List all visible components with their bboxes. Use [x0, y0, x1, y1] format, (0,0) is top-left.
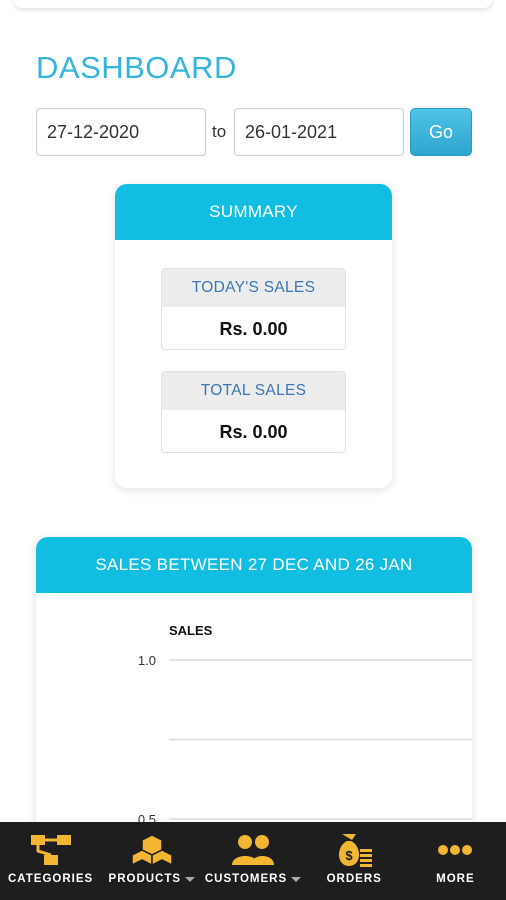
- nav-more[interactable]: MORE: [405, 822, 506, 900]
- nav-categories-label: CATEGORIES: [8, 873, 94, 885]
- summary-header: SUMMARY: [115, 184, 392, 240]
- page-title: DASHBOARD: [36, 50, 237, 85]
- nav-categories[interactable]: CATEGORIES: [0, 822, 101, 900]
- go-button[interactable]: Go: [410, 108, 472, 156]
- todays-sales-value: Rs. 0.00: [219, 318, 288, 339]
- nav-orders-label: ORDERS: [326, 873, 382, 885]
- todays-sales-label: TODAY'S SALES: [162, 269, 345, 307]
- to-label: to: [212, 122, 227, 141]
- sales-chart-card: SALES BETWEEN 27 DEC AND 26 JAN SALES 1.…: [36, 537, 472, 837]
- sales-chart: SALES 1.00.5: [138, 623, 472, 827]
- orders-icon: $: [334, 832, 374, 868]
- total-sales-label: TOTAL SALES: [162, 372, 345, 410]
- chevron-down-icon: [185, 876, 196, 882]
- chart-y-tick-label: 1.0: [138, 653, 156, 668]
- bottom-nav: CATEGORIES PRODUCTS CUSTOMERS $ ORDERS M…: [0, 822, 506, 900]
- nav-customers[interactable]: CUSTOMERS: [202, 822, 303, 900]
- nav-products[interactable]: PRODUCTS: [101, 822, 202, 900]
- date-to-input[interactable]: [234, 108, 404, 156]
- chart-y-axis-label: SALES: [169, 623, 213, 638]
- nav-more-label: MORE: [436, 873, 475, 885]
- chart-header: SALES BETWEEN 27 DEC AND 26 JAN: [36, 537, 472, 593]
- nav-products-label: PRODUCTS: [108, 873, 182, 885]
- top-card-edge: [14, 0, 492, 8]
- more-icon: [437, 832, 473, 868]
- products-icon: [131, 832, 172, 868]
- nav-orders[interactable]: $ ORDERS: [304, 822, 405, 900]
- svg-text:$: $: [346, 848, 354, 863]
- customers-icon: [231, 832, 275, 868]
- date-from-input[interactable]: [36, 108, 206, 156]
- nav-customers-label: CUSTOMERS: [204, 873, 288, 885]
- total-sales-value: Rs. 0.00: [219, 421, 288, 442]
- summary-card: SUMMARY TODAY'S SALES Rs. 0.00 TOTAL SAL…: [115, 184, 392, 488]
- todays-sales-box: TODAY'S SALES Rs. 0.00: [161, 268, 346, 350]
- total-sales-box: TOTAL SALES Rs. 0.00: [161, 371, 346, 453]
- categories-icon: [29, 832, 73, 868]
- chevron-down-icon: [291, 876, 302, 882]
